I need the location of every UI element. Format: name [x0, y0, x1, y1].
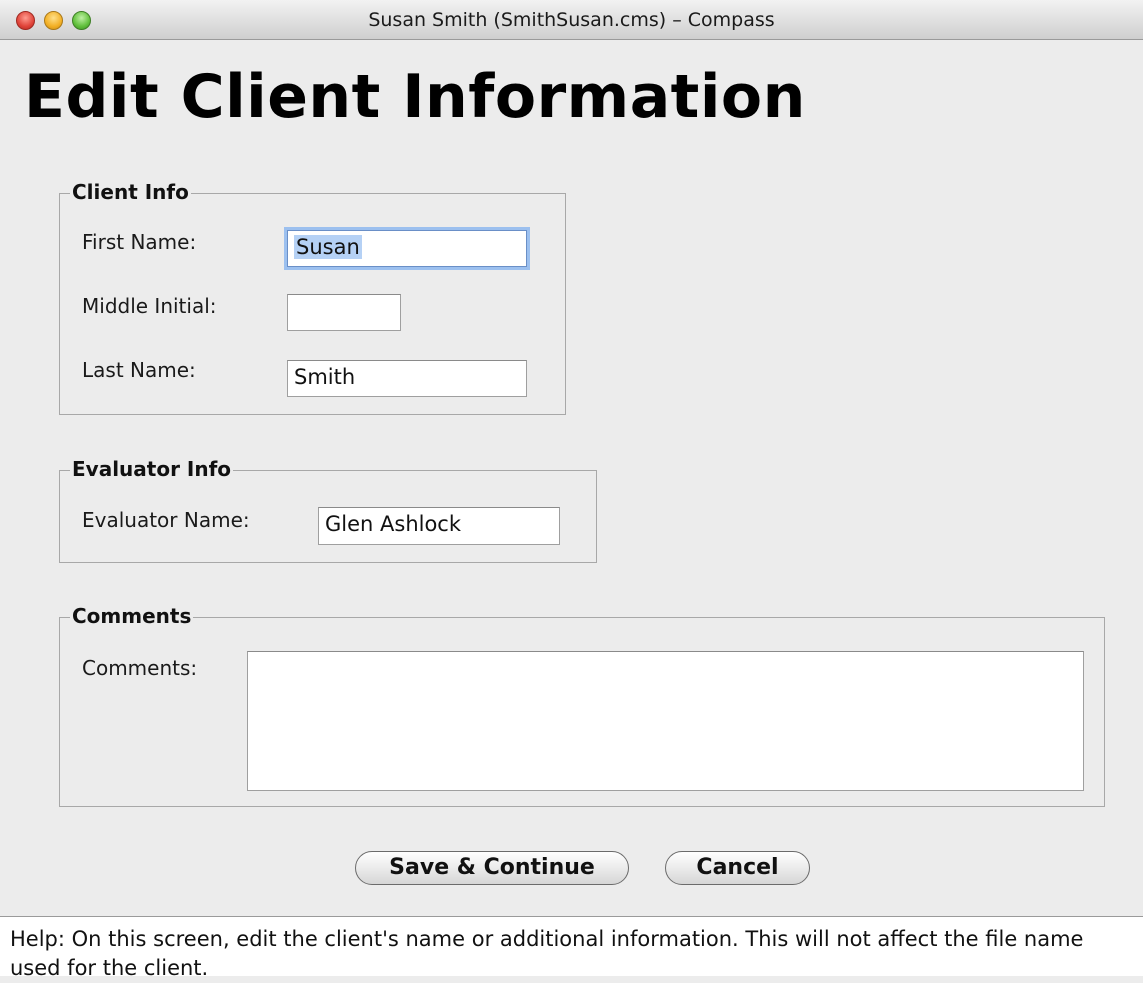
last-name-field[interactable]: Smith: [287, 360, 527, 397]
help-text: Help: On this screen, edit the client's …: [10, 927, 1084, 980]
evaluator-name-field[interactable]: Glen Ashlock: [318, 507, 560, 545]
middle-initial-field[interactable]: [287, 294, 401, 331]
first-name-value: Susan: [294, 235, 362, 259]
evaluator-name-value: Glen Ashlock: [325, 512, 462, 536]
comments-label: Comments:: [82, 656, 198, 680]
cancel-button[interactable]: Cancel: [665, 851, 810, 885]
window-title-bar: Susan Smith (SmithSusan.cms) – Compass: [0, 0, 1143, 40]
comments-textarea[interactable]: [247, 651, 1084, 791]
comments-group: Comments Comments:: [59, 604, 1105, 807]
help-panel: Help: On this screen, edit the client's …: [0, 916, 1143, 980]
comments-legend: Comments: [70, 604, 194, 628]
client-info-legend: Client Info: [70, 180, 191, 204]
save-continue-button[interactable]: Save & Continue: [355, 851, 629, 885]
window-title: Susan Smith (SmithSusan.cms) – Compass: [368, 9, 775, 31]
first-name-label: First Name:: [82, 230, 197, 254]
first-name-field[interactable]: Susan: [287, 230, 527, 267]
evaluator-info-legend: Evaluator Info: [70, 457, 234, 481]
last-name-value: Smith: [294, 365, 356, 389]
client-info-group: Client Info First Name: Susan Middle Ini…: [59, 180, 566, 415]
evaluator-name-label: Evaluator Name:: [82, 508, 250, 532]
evaluator-info-group: Evaluator Info Evaluator Name: Glen Ashl…: [59, 457, 597, 563]
last-name-label: Last Name:: [82, 358, 196, 382]
middle-initial-label: Middle Initial:: [82, 294, 217, 318]
page-title: Edit Client Information: [24, 62, 806, 132]
